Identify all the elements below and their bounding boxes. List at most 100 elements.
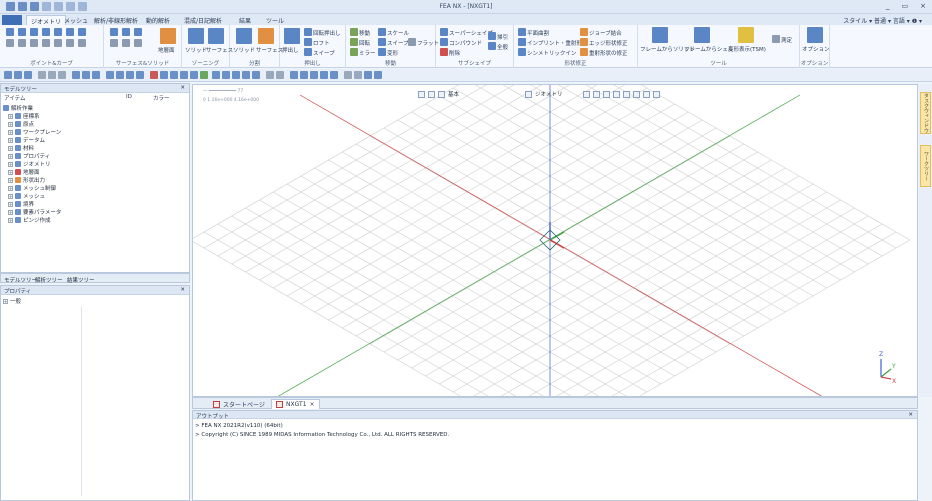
spline-icon[interactable] [30,39,38,47]
grid-icon[interactable] [136,71,144,79]
sphere-icon[interactable] [134,28,142,36]
expand-icon[interactable]: + [8,153,13,159]
expand-icon[interactable]: + [8,169,13,175]
display-icon[interactable] [38,71,46,79]
offset-icon[interactable] [42,39,50,47]
sweep3-icon[interactable] [488,32,496,40]
zoom-icon[interactable] [212,71,220,79]
node-icon[interactable] [170,71,178,79]
compound-icon[interactable] [440,38,448,46]
mirror-icon[interactable] [350,48,358,56]
shaded-icon[interactable] [82,71,90,79]
expand-icon[interactable]: + [8,129,13,135]
tab-start-page[interactable]: スタートページ [209,399,269,409]
tree-item[interactable]: + ワークプレーン [3,128,61,136]
vt-6-icon[interactable] [632,90,640,98]
filter-icon[interactable] [354,71,362,79]
vt-5-icon[interactable] [622,90,630,98]
move-icon[interactable] [350,28,358,36]
iso-view-icon[interactable] [126,71,134,79]
expand-icon[interactable]: + [8,185,13,191]
tree-item[interactable]: + データム [3,136,61,144]
wireframe-icon[interactable] [72,71,80,79]
view-label[interactable]: 基本 [448,90,459,98]
view-custom-icon[interactable] [438,90,445,98]
plane-split-icon[interactable] [518,28,526,36]
rotate-view-icon[interactable] [252,71,260,79]
tab-hybrid[interactable]: 混成/日記解析 [180,15,226,25]
split-surface-icon[interactable] [258,28,274,44]
tree-item[interactable]: + 境界 [3,200,61,208]
zoom-window-icon[interactable] [232,71,240,79]
deform-icon[interactable] [378,48,386,56]
settings-icon[interactable] [344,71,352,79]
tab-results-tree[interactable]: 結果ツリー [67,276,95,284]
chamfer-icon[interactable] [66,39,74,47]
expand-icon[interactable]: + [8,209,13,215]
close-icon[interactable]: ✕ [908,412,913,418]
tab-analysis[interactable]: 解析/非線形解析 [90,15,142,25]
select-window-icon[interactable] [24,71,32,79]
tab-dynamic[interactable]: 動的解析 [142,15,174,25]
tree-item[interactable]: + プロパティ [3,152,61,160]
front-view-icon[interactable] [106,71,114,79]
solid-icon[interactable] [188,28,204,44]
refresh-icon[interactable] [364,71,372,79]
minimize-button[interactable]: _ [886,2,890,10]
tab-file[interactable] [2,15,22,25]
section-icon[interactable] [276,71,284,79]
flatten-icon[interactable] [408,38,416,46]
join-icon[interactable] [580,28,588,36]
delete-icon[interactable] [440,48,448,56]
zoom-fit-icon[interactable] [222,71,230,79]
render4-icon[interactable] [320,71,328,79]
symmetric-icon[interactable] [518,48,526,56]
expand-icon[interactable]: + [8,137,13,143]
close-icon[interactable]: × [310,401,315,408]
expand-icon[interactable]: + [8,121,13,127]
surface-icon[interactable] [208,28,224,44]
polyline-icon[interactable] [54,28,62,36]
tsm-icon[interactable] [738,27,754,43]
torus-icon[interactable] [122,39,130,47]
color-icon[interactable] [150,71,158,79]
point-icon[interactable] [6,28,14,36]
view-iso-icon[interactable] [428,90,435,98]
work-tree-tab[interactable]: ワークツリー [920,145,931,187]
style-language-menu[interactable]: スタイル ▾ 普通 ▾ 言語 ▾ ❶ ▾ [843,16,922,25]
sweep2-icon[interactable] [378,38,386,46]
general-icon[interactable] [488,42,496,50]
tab-results[interactable]: 結果 [235,15,255,25]
tab-mesh[interactable]: メッシュ [60,15,92,25]
options-icon[interactable] [807,27,823,43]
render3-icon[interactable] [310,71,318,79]
show-icon[interactable] [58,71,66,79]
frame-to-solid-icon[interactable] [652,27,668,43]
select-icon[interactable] [4,71,12,79]
cut-plane-icon[interactable] [266,71,274,79]
boundary-icon[interactable] [200,71,208,79]
pan-icon[interactable] [242,71,250,79]
tree-item[interactable]: + 原点 [3,120,61,128]
line-icon[interactable] [18,28,26,36]
vt-1-icon[interactable] [582,90,590,98]
expand-icon[interactable]: + [8,177,13,183]
vt-4-icon[interactable] [612,90,620,98]
fillet-icon[interactable] [54,39,62,47]
expand-icon[interactable]: + [8,201,13,207]
expand-icon[interactable]: + [8,145,13,151]
vt-7-icon[interactable] [642,90,650,98]
hide-icon[interactable] [48,71,56,79]
tab-model-tree[interactable]: モデルツリー [4,276,37,284]
vt-2-icon[interactable] [592,90,600,98]
box-icon[interactable] [110,28,118,36]
vt-8-icon[interactable] [652,90,660,98]
sweep-icon[interactable] [304,48,312,56]
circle-icon[interactable] [30,28,38,36]
load-icon[interactable] [190,71,198,79]
extend-icon[interactable] [78,28,86,36]
tree-item[interactable]: + 形状出力 [3,176,61,184]
edge-fix-icon[interactable] [580,38,588,46]
trim-icon[interactable] [66,28,74,36]
select-all-icon[interactable] [14,71,22,79]
